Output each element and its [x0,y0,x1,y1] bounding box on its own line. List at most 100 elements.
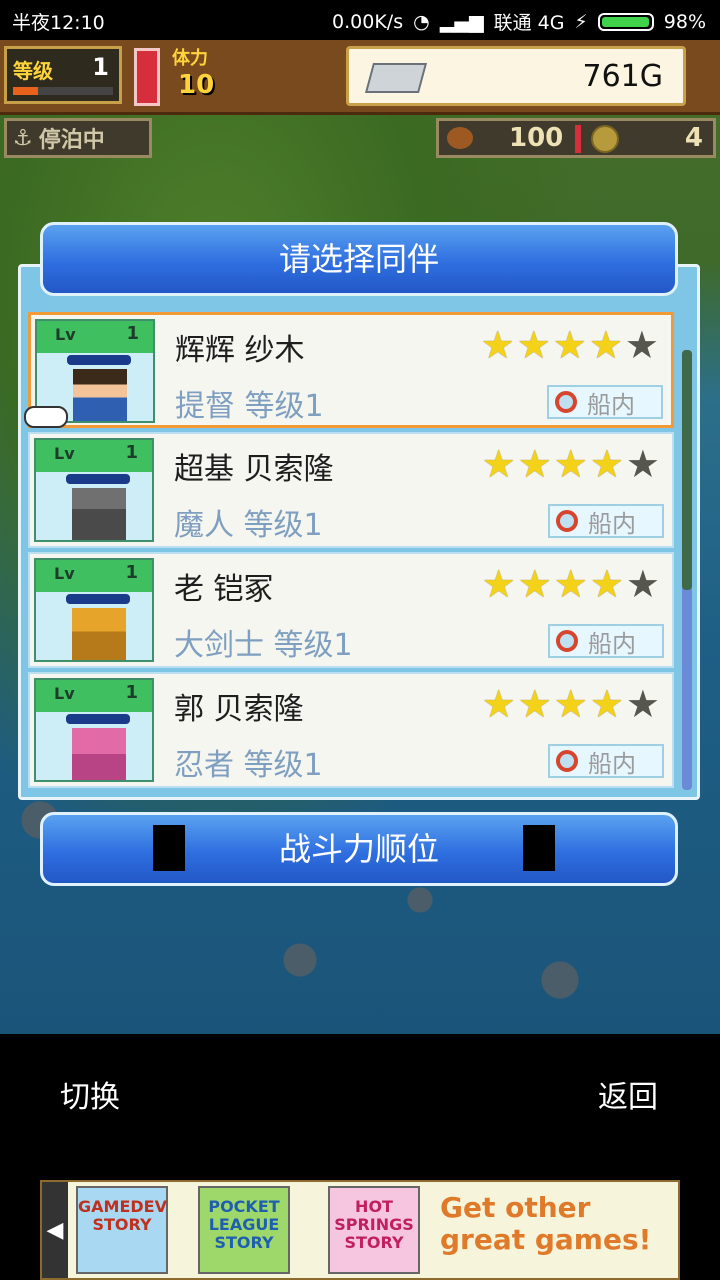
star-filled-icon: ★ [517,562,554,606]
companion-name: 超基 贝索隆 [174,452,334,487]
back-button[interactable]: 返回 [598,1072,658,1116]
star-filled-icon: ★ [516,323,553,367]
switch-button[interactable]: 切换 [60,1072,120,1116]
star-empty-icon: ★ [624,323,661,367]
swordsman-sprite [72,608,126,660]
ad-game-tile[interactable]: HOT SPRINGS STORY [328,1186,420,1274]
companion-row[interactable]: Lv 1 郭 贝索隆 忍者 等级1 ★★★★★ 船内 [28,672,674,788]
companion-list[interactable]: Lv 1 辉辉 纱木 提督 等级1 ★★★★★ 船内 Lv 1 超基 贝索隆 魔… [28,312,674,792]
companion-row[interactable]: Lv 1 超基 贝索隆 魔人 等级1 ★★★★★ 船内 [28,432,674,548]
level-tag: Lv 1 [37,321,153,353]
location-label: 船内 [588,629,636,658]
charging-icon: ⚡ [574,10,588,33]
ad-game-tile[interactable]: POCKET LEAGUE STORY [198,1186,290,1274]
map-pin-icon [556,750,578,772]
companion-portrait: Lv 1 [34,678,154,782]
star-filled-icon: ★ [481,562,518,606]
resource-panel: 100 4 [436,118,716,158]
signal-icon: ▂▄▆ [439,10,484,33]
level-value: 1 [92,53,109,81]
level-box: 等级 1 [4,46,122,104]
star-filled-icon: ★ [481,442,518,486]
anchor-icon: ⚓ [13,125,33,151]
lv-label: Lv [54,684,75,703]
net-speed: 0.00K/s [332,10,404,33]
list-scrollbar[interactable] [682,350,692,790]
ad-cta[interactable]: Get other great games! [440,1192,670,1256]
location-label: 船内 [587,390,635,419]
secondary-hud: ⚓ 停泊中 100 4 [0,116,720,166]
admiral-sprite [73,369,127,421]
stamina-label: 体力 [172,48,208,69]
companion-job: 忍者 等级1 [174,748,323,783]
level-progress-bar [13,87,113,95]
dock-status-label: 停泊中 [38,128,105,153]
status-time: 半夜12:10 [12,12,105,34]
level-tag: Lv 1 [36,440,152,472]
dock-status[interactable]: ⚓ 停泊中 [4,118,152,158]
lv-label: Lv [55,325,76,344]
lv-value: 1 [125,562,138,583]
sea-rocks [0,760,720,1034]
wifi-icon: ◔ [413,10,430,33]
companion-portrait: Lv 1 [34,438,154,542]
silver-bar-icon [364,63,428,93]
location-label: 船内 [588,509,636,538]
star-filled-icon: ★ [588,323,625,367]
ad-banner[interactable]: ◀ GAMEDEV STORY POCKET LEAGUE STORY HOT … [40,1180,680,1280]
redacted-block [153,825,185,871]
hp-bar [66,714,130,724]
game-screen: 等级 1 体力 10 761G ⚓ 停泊中 100 4 请选择同伴 Lv 1 辉… [0,40,720,1034]
star-rating: ★★★★★ [482,564,662,604]
ad-game-tile[interactable]: GAMEDEV STORY [76,1186,168,1274]
level-tag: Lv 1 [36,560,152,592]
companion-job: 提督 等级1 [175,389,324,424]
location-label: 船内 [588,749,636,778]
battery-percent: 98% [663,10,706,33]
location-tag: 船内 [548,624,664,658]
lv-label: Lv [54,444,75,463]
hp-bar [66,594,130,604]
companion-job: 大剑士 等级1 [174,628,353,663]
ninja-sprite [72,728,126,780]
companion-job: 魔人 等级1 [174,508,323,543]
star-filled-icon: ★ [553,442,590,486]
map-pin-icon [555,391,577,413]
level-label: 等级 [13,59,53,83]
hp-bar [67,355,131,365]
companion-row[interactable]: Lv 1 辉辉 纱木 提督 等级1 ★★★★★ 船内 [28,312,674,428]
star-rating: ★★★★★ [482,684,662,724]
star-filled-icon: ★ [517,442,554,486]
lv-value: 1 [125,682,138,703]
food-value: 100 [509,123,564,153]
lv-value: 1 [126,323,139,344]
power-rank-label: 战斗力顺位 [278,830,439,868]
star-filled-icon: ★ [553,562,590,606]
redacted-block [523,825,555,871]
location-tag: 船内 [548,504,664,538]
level-tag: Lv 1 [36,680,152,712]
stamina-gauge [134,48,160,106]
star-filled-icon: ★ [553,682,590,726]
companion-name: 老 铠冢 [174,572,274,607]
map-pin-icon [556,630,578,652]
coin-value: 4 [684,123,703,153]
status-right: 0.00K/s ◔ ▂▄▆ 联通 4G ⚡ 98% [332,8,706,35]
companion-row[interactable]: Lv 1 老 铠冢 大剑士 等级1 ★★★★★ 船内 [28,552,674,668]
location-tag: 船内 [547,385,663,419]
star-filled-icon: ★ [589,682,626,726]
hp-bar [66,474,130,484]
star-empty-icon: ★ [625,442,662,486]
companion-portrait: Lv 1 [34,558,154,662]
food-icon [447,127,473,149]
money-panel: 761G [346,46,686,106]
money-value: 761G [582,59,663,94]
demon-sprite [72,488,126,540]
battery-icon [597,12,654,31]
star-filled-icon: ★ [517,682,554,726]
power-rank-button[interactable]: 战斗力顺位 [40,812,678,886]
chevron-left-icon[interactable]: ◀ [42,1182,68,1278]
carrier: 联通 4G [493,12,565,34]
stamina-value: 10 [178,70,215,100]
star-filled-icon: ★ [552,323,589,367]
